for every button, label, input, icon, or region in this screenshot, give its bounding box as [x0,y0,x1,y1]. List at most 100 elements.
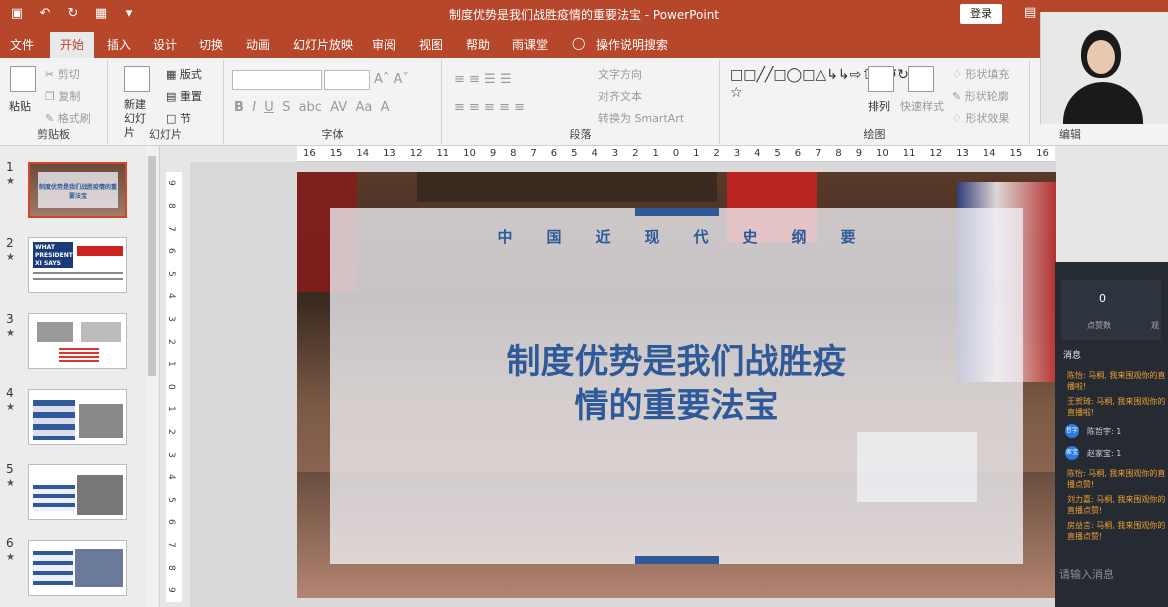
tab-animations[interactable]: 动画 [246,36,270,53]
cut-button[interactable]: ✂ 剪切 [45,66,80,82]
shape-outline-button[interactable]: ✎ 形状轮廓 [952,88,1009,104]
ruler-tick-label: 8 [166,564,176,571]
ruler-tick-label: 16 [1036,148,1049,159]
group-slides: 新建幻灯片 ▦ 版式 ▤ 重置 □ 节 幻灯片 [108,60,224,144]
shape-fill-button[interactable]: ♢ 形状填充 [952,66,1009,82]
slide-thumbnail-1[interactable]: 制度优势是我们战胜疫情的重要法宝 [28,162,127,218]
thumb-image [79,404,123,438]
tab-transitions[interactable]: 切换 [199,36,223,53]
align-icons[interactable]: ≡ ≡ ≡ ≡ ≡ [454,100,525,115]
current-slide[interactable]: 中国近现代史纲要 制度优势是我们战胜疫 情的重要法宝 [297,172,1056,598]
slide-thumbnail-3[interactable] [28,313,127,369]
paste-icon[interactable] [10,66,36,92]
layout-button[interactable]: ▦ 版式 [166,66,202,82]
thumb-list [33,551,73,585]
paragraph-label: 段落 [569,128,592,141]
login-button[interactable]: 登录 [960,4,1002,24]
ruler-tick-label: 7 [166,541,176,548]
tell-me-search[interactable]: 操作说明搜索 [596,36,668,53]
ruler-tick-label: 13 [383,148,396,159]
ruler-tick-label: 5 [166,270,176,277]
accent-bar-top [635,208,719,216]
ruler-tick-label: 9 [855,148,863,159]
ruler-tick-label: 7 [815,148,822,159]
accent-bar-bottom [635,556,719,564]
ribbon-display-options-icon[interactable]: ▤ [1024,5,1036,20]
text-direction-button[interactable]: 文字方向 [598,66,642,82]
thumbnail-scrollbar[interactable] [146,146,158,607]
new-slide-icon[interactable] [124,66,150,92]
like-label: 点赞数 [1087,321,1111,330]
course-subtitle[interactable]: 中国近现代史纲要 [330,226,1023,247]
format-painter-button[interactable]: ✎ 格式刷 [45,110,91,126]
ribbon: 粘贴 ✂ 剪切 ❐ 复制 ✎ 格式刷 剪贴板 新建幻灯片 ▦ 版式 ▤ 重置 □… [0,58,1168,146]
ruler-tick-label: 11 [902,148,916,159]
thumb-number: 3 [6,312,14,326]
tab-insert[interactable]: 插入 [107,36,131,53]
chat-input[interactable]: 请输入消息 [1059,566,1114,582]
ruler-tick-label: 8 [166,203,176,209]
tab-review[interactable]: 审阅 [372,36,396,53]
slide-title-line1: 制度优势是我们战胜疫 [506,342,847,382]
animation-star-icon: ★ [6,478,15,489]
slide-thumbnail-2[interactable]: WHAT PRESIDENT XI SAYS [28,237,127,293]
font-size-combo[interactable] [324,70,370,90]
ruler-tick-label: 0 [166,383,176,390]
ruler-tick-label: 15 [1009,148,1023,159]
animation-star-icon: ★ [6,176,15,187]
shape-effects-button[interactable]: ♢ 形状效果 [952,110,1009,126]
group-paragraph: ≡ ≡ ☰ ☰ ≡ ≡ ≡ ≡ ≡ 文字方向 对齐文本 转换为 SmartArt… [442,60,720,144]
webcam-overlay [1040,12,1168,124]
ruler-tick-label: 4 [591,148,598,159]
animation-star-icon: ★ [6,328,15,339]
slide-thumbnail-4[interactable] [28,389,127,445]
tab-design[interactable]: 设计 [153,36,177,53]
tab-rain-classroom[interactable]: 雨课堂 [512,36,548,53]
font-family-combo[interactable] [232,70,322,90]
tab-slideshow[interactable]: 幻灯片放映 [293,36,353,53]
ruler-tick-label: 1 [166,361,176,367]
reset-button[interactable]: ▤ 重置 [166,88,202,104]
section-button[interactable]: □ 节 [166,110,191,126]
copy-button[interactable]: ❐ 复制 [45,88,80,104]
thumb-line [33,278,123,280]
arrange-button[interactable]: 排列 [868,98,890,114]
ruler-tick-label: 7 [166,225,176,232]
align-text-button[interactable]: 对齐文本 [598,88,642,104]
ruler-tick-label: 1 [693,148,700,159]
tab-home[interactable]: 开始 [50,32,95,59]
ruler-tick-label: 9 [489,148,497,159]
bullets-icon[interactable]: ≡ ≡ ☰ ☰ [454,72,512,87]
ruler-tick-label: 10 [463,148,476,159]
ruler-tick-label: 4 [166,474,176,480]
chat-header: 消息 [1063,351,1082,361]
convert-smartart-button[interactable]: 转换为 SmartArt [598,110,684,126]
avatar: 哲宇 [1065,424,1079,438]
ruler-tick-label: 6 [794,148,802,159]
quick-styles-button[interactable]: 快速样式 [900,98,944,114]
like-count: 0 [1099,292,1106,305]
tab-file[interactable]: 文件 [10,36,34,53]
ruler-tick-label: 1 [166,406,176,413]
quick-styles-icon[interactable] [908,66,934,92]
paste-button[interactable]: 粘贴 [9,98,31,114]
animation-star-icon: ★ [6,252,15,263]
ruler-tick-label: 3 [166,315,176,322]
viewer-label: 观 [1151,321,1159,330]
arrange-icon[interactable] [868,66,894,92]
avatar: 家宝 [1065,446,1079,460]
scrollbar-thumb[interactable] [148,156,156,376]
thumb-number: 4 [6,386,14,400]
thumb-number: 1 [6,160,14,174]
shapes-gallery[interactable]: □□╱╱□◯□△↳↳⇨⇧◐↺↻{}☆ [730,66,927,102]
tab-view[interactable]: 视图 [419,36,443,53]
slide-thumbnail-6[interactable] [28,540,127,596]
slide-thumbnail-5[interactable] [28,464,127,520]
ruler-tick-label: 3 [166,451,176,458]
font-format-icons[interactable]: B I U S abc AV Aa A [234,100,389,115]
thumb-image [77,475,123,515]
tab-help[interactable]: 帮助 [466,36,490,53]
chat-message: 陈怡: 马桐, 我来围观你的直播啦! [1067,371,1166,391]
grow-font-icon[interactable]: Aˆ Aˇ [374,72,409,87]
slide-title[interactable]: 制度优势是我们战胜疫 情的重要法宝 [330,340,1023,428]
